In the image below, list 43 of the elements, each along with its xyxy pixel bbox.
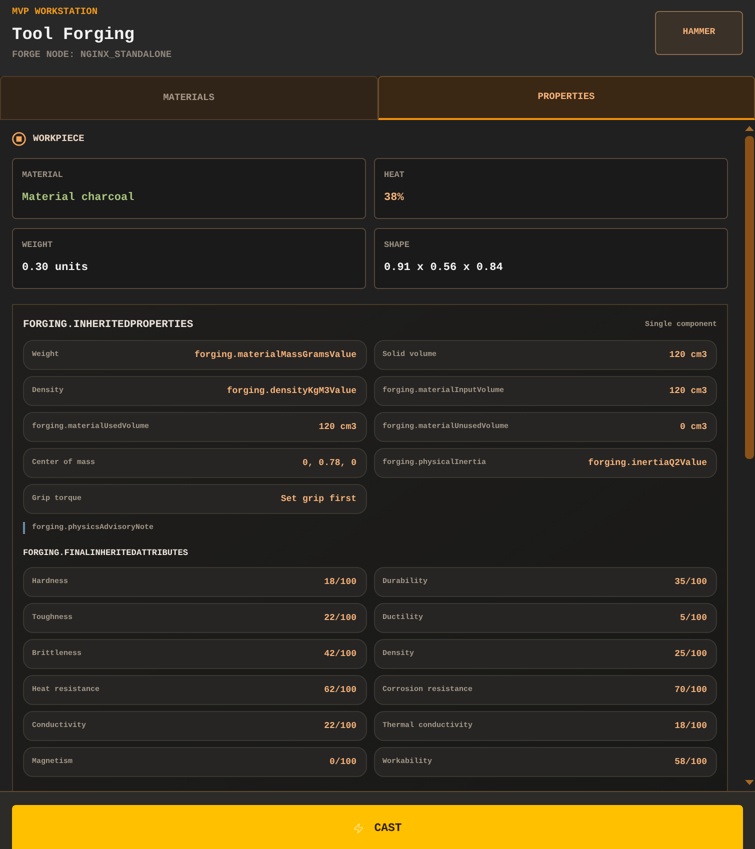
scroll-up-arrow-icon[interactable] <box>744 126 754 131</box>
property-value: Set grip first <box>280 493 356 505</box>
lightning-icon <box>353 823 364 834</box>
card-label: SHAPE <box>384 239 411 251</box>
card-value: 38% <box>384 191 405 206</box>
scroll-down-arrow-icon[interactable] <box>744 780 754 785</box>
property-value: forging.densityKgM3Value <box>226 385 356 397</box>
property-value: 35/100 <box>674 576 707 588</box>
card-value: Material charcoal <box>22 191 136 206</box>
property-value: forging.inertiaQ2Value <box>588 457 707 469</box>
property-value: 22/100 <box>324 612 356 624</box>
property-value: 0, 0.78, 0 <box>302 457 356 469</box>
section-title: WORKPIECE <box>33 133 84 145</box>
property-value: 62/100 <box>324 684 356 696</box>
property-value: 22/100 <box>324 720 356 732</box>
property-value: 25/100 <box>674 648 707 660</box>
property-value: 120 cm3 <box>669 349 707 361</box>
tab[interactable]: PROPERTIES <box>378 76 755 120</box>
property-value: 18/100 <box>674 720 707 732</box>
property-value: forging.materialMassGramsValue <box>194 349 356 361</box>
scrollbar-thumb[interactable] <box>744 136 754 459</box>
card-label: WEIGHT <box>22 239 54 251</box>
property-value: 5/100 <box>680 612 707 624</box>
card-value: 0.91 x 0.56 x 0.84 <box>384 261 504 276</box>
property-value: 120 cm3 <box>318 421 356 433</box>
property-value: 0 cm3 <box>680 421 707 433</box>
app-eyebrow: MVP WORKSTATION <box>12 6 99 18</box>
property-value: 120 cm3 <box>669 385 707 397</box>
hammer-button[interactable]: HAMMER <box>655 11 743 55</box>
panel-title: FORGING.INHERITEDPROPERTIES <box>23 318 194 332</box>
card-label: MATERIAL <box>22 169 64 181</box>
property-value: 70/100 <box>674 684 707 696</box>
property-value: 58/100 <box>674 756 707 768</box>
subsection-title: FORGING.FINALINHERITEDATTRIBUTES <box>23 547 188 559</box>
cast-button[interactable]: CAST <box>12 805 743 849</box>
property-value: 0/100 <box>329 756 356 768</box>
tab[interactable]: MATERIALS <box>0 76 378 120</box>
property-value: 18/100 <box>324 576 356 588</box>
page-subtitle: FORGE NODE: NGINX_STANDALONE <box>12 49 172 61</box>
card-value: 0.30 units <box>22 261 90 276</box>
card-label: HEAT <box>384 169 406 181</box>
page-title: Tool Forging <box>12 25 136 47</box>
property-value: 42/100 <box>324 648 356 660</box>
